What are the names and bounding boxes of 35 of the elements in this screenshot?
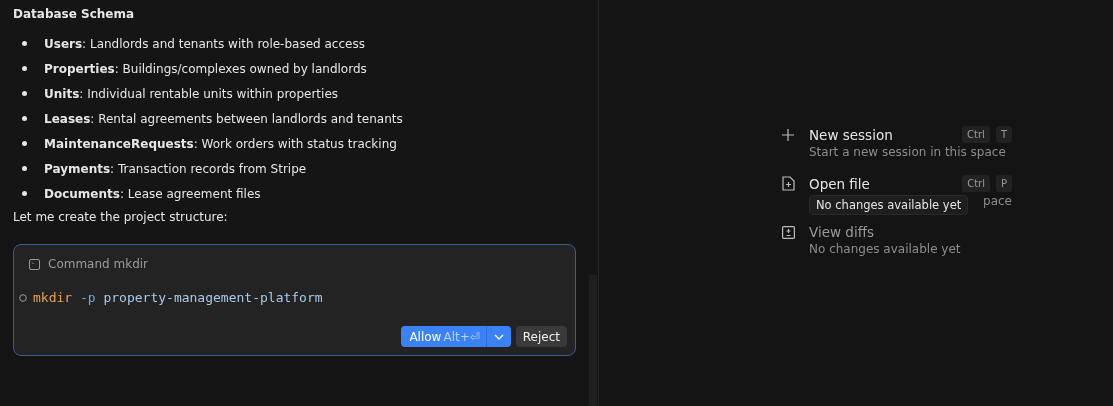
reject-button[interactable]: Reject	[515, 326, 567, 347]
list-item-text: Leases: Rental agreements between landlords and tenants	[44, 111, 403, 126]
key-cap: T	[995, 126, 1012, 143]
action-description: Start a new session in this space	[809, 145, 1006, 160]
file-plus-icon	[782, 176, 795, 191]
bullet-icon	[22, 166, 27, 171]
list-item-text: Units: Individual rentable units within properties	[44, 86, 339, 101]
bullet-icon	[22, 116, 27, 121]
terminal-icon	[29, 258, 40, 270]
key-cap: Ctrl	[962, 175, 990, 192]
key-cap: Ctrl	[962, 126, 990, 143]
diff-icon	[782, 225, 795, 239]
command-text: mkdir -p property-management-platform	[33, 290, 323, 305]
list-item-text: Users: Landlords and tenants with role-based access	[44, 36, 365, 51]
key-cap: P	[995, 175, 1012, 192]
bullet-icon	[22, 191, 27, 196]
bullet-icon	[22, 66, 27, 71]
chevron-down-icon	[493, 333, 504, 340]
list-item-text: Properties: Buildings/complexes owned by landlords	[44, 61, 367, 76]
list-item-text: MaintenanceRequests: Work orders with status tracking	[44, 136, 397, 151]
action-link[interactable]: New session	[809, 126, 893, 143]
tooltip: No changes available yet	[809, 195, 969, 215]
status-circle-icon	[19, 293, 27, 302]
section-heading: Database Schema	[13, 7, 135, 21]
bullet-icon	[22, 41, 27, 46]
plus-icon	[782, 128, 794, 141]
list-item-text: Documents: Lease agreement files	[44, 186, 261, 201]
list-item-text: Payments: Transaction records from Stripe	[44, 161, 307, 176]
action-description: No changes available yet	[809, 242, 961, 257]
bullet-icon	[22, 91, 27, 96]
message-text: Let me create the project structure:	[13, 210, 228, 224]
action-description: pace	[983, 194, 1012, 209]
command-title: Command mkdir	[48, 257, 148, 271]
action-link[interactable]: Open file	[809, 175, 870, 192]
bullet-icon	[22, 141, 27, 146]
